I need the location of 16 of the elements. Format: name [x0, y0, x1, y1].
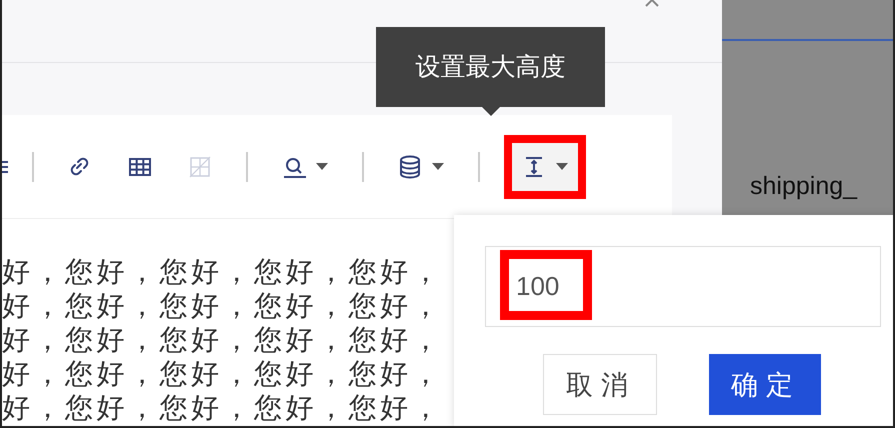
- caret-icon: [316, 163, 328, 170]
- tooltip-arrow-icon: [482, 107, 500, 116]
- text-line: 好，您好，您好，您好，您好，: [2, 391, 443, 425]
- caret-icon: [432, 163, 444, 170]
- text-line: 好，您好，您好，您好，您好，: [2, 289, 443, 323]
- cancel-button[interactable]: 取消: [543, 354, 657, 415]
- database-icon: [398, 154, 422, 178]
- height-dropdown-button[interactable]: [504, 134, 586, 198]
- tooltip: 设置最大高度: [376, 27, 605, 107]
- text-line: 好，您好，您好，您好，您好，: [2, 357, 443, 391]
- caret-icon: [556, 163, 568, 170]
- confirm-button[interactable]: 确定: [709, 354, 821, 415]
- background-label: shipping_: [750, 172, 858, 201]
- text-line: 好，您好，您好，您好，您好，: [2, 255, 443, 289]
- text-line: 好，您好，您好，您好，您好，: [2, 323, 443, 357]
- input-field[interactable]: 100: [485, 246, 881, 327]
